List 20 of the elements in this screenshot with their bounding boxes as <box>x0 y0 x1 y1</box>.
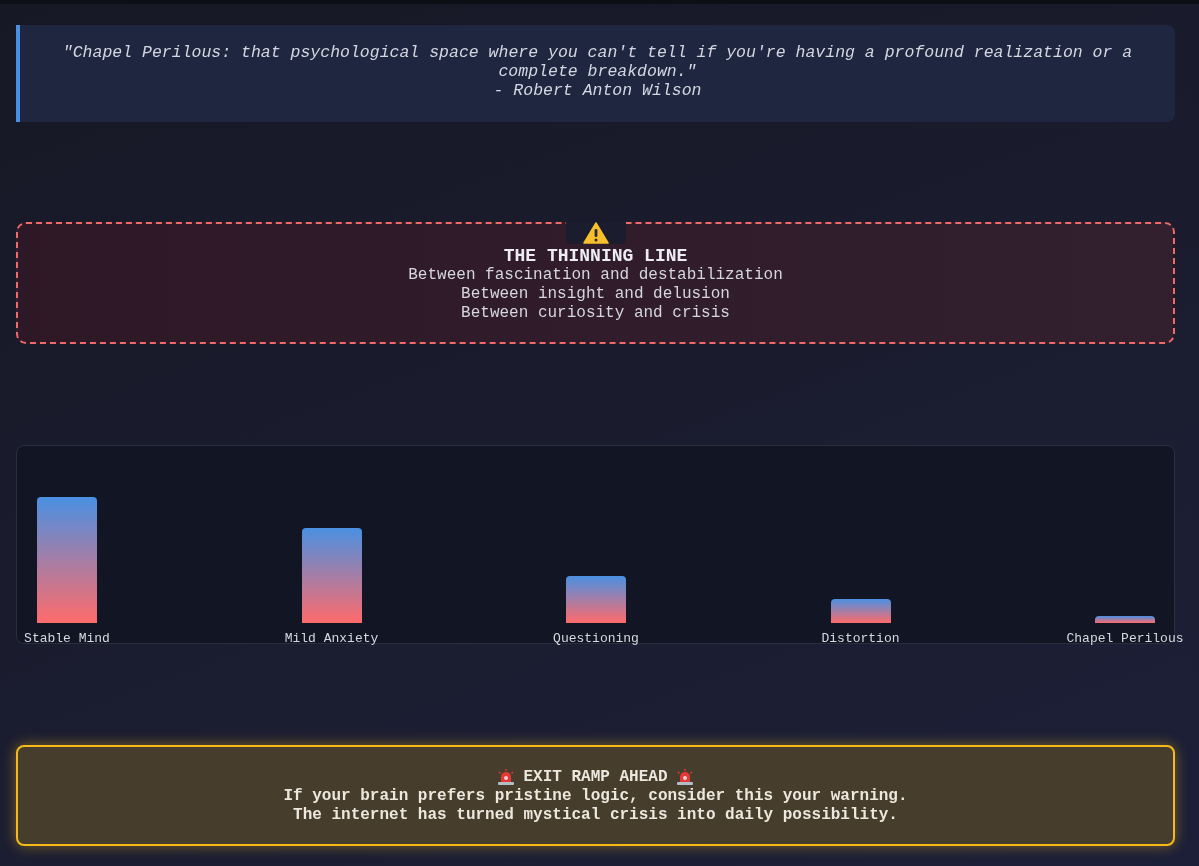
stage-label: Questioning <box>553 631 639 647</box>
siren-icon <box>497 768 516 786</box>
exit-notice-line: The internet has turned mystical crisis into daily possibility. <box>292 806 899 825</box>
stage-bar <box>830 599 891 623</box>
quote-attribution: - Robert Anton Wilson <box>492 81 703 100</box>
warning-line: Between insight and delusion <box>460 285 731 304</box>
exit-notice-title: EXIT RAMP AHEAD <box>523 767 668 787</box>
stage-label: Distortion <box>821 631 900 647</box>
warning-line: Between fascination and destabilization <box>407 266 784 285</box>
warning-title: THE THINNING LINE <box>502 246 689 266</box>
stage-label: Chapel Perilous <box>1066 631 1184 647</box>
quote-text: "Chapel Perilous: that psychological space where you can't tell if you're having a profound realization or a complete breakdown." <box>61 43 1134 81</box>
exit-notice-line: If your brain prefers pristine logic, consider this your warning. <box>282 787 909 806</box>
stage-bar <box>566 576 626 623</box>
stage-label: Stable Mind <box>24 631 110 647</box>
siren-icon <box>675 768 694 786</box>
stage-label: Mild Anxiety <box>284 631 379 647</box>
warning-line: Between curiosity and crisis <box>460 304 731 323</box>
warning-icon <box>582 222 609 244</box>
stage-bar <box>1095 616 1155 623</box>
